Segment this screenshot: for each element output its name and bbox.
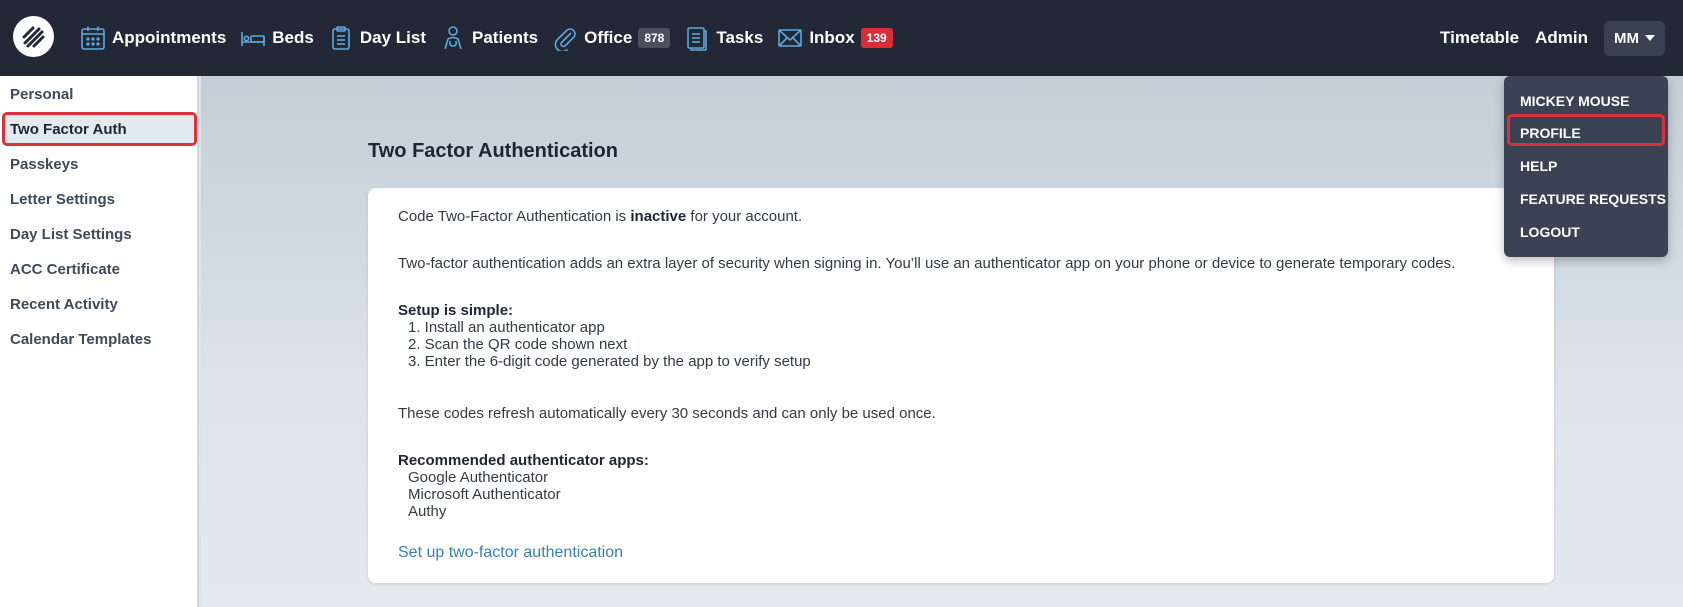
user-menu-button[interactable]: MM <box>1604 20 1665 56</box>
setup-heading-text: Setup is simple: <box>398 302 514 319</box>
calendar-icon <box>80 25 106 51</box>
status-prefix: Code Two-Factor Authentication is <box>398 208 631 225</box>
main-content: Two Factor Authentication Code Two-Facto… <box>201 76 1683 607</box>
nav-beds[interactable]: Beds <box>240 0 314 76</box>
top-navigation-bar: Appointments Beds Day List Patients Offi… <box>0 0 1683 76</box>
status-suffix: for your account. <box>686 208 803 225</box>
sidebar-item-recent-activity[interactable]: Recent Activity <box>10 296 118 313</box>
page-title: Two Factor Authentication <box>368 140 618 162</box>
nav-admin[interactable]: Admin <box>1535 28 1588 48</box>
user-dropdown-menu: MICKEY MOUSE PROFILE HELP FEATURE REQUES… <box>1504 76 1668 257</box>
nav-label: Tasks <box>716 28 764 47</box>
list-item: Authy <box>408 503 447 520</box>
dropdown-item-feature-requests[interactable]: FEATURE REQUESTS <box>1520 191 1666 207</box>
bed-icon <box>240 25 266 51</box>
two-factor-card: Code Two-Factor Authentication is inacti… <box>368 188 1554 583</box>
main-nav: Appointments Beds Day List Patients Offi… <box>80 0 907 76</box>
envelope-icon <box>777 25 803 51</box>
app-logo-icon[interactable] <box>13 16 54 57</box>
list-item: 3. Enter the 6-digit code generated by t… <box>408 353 811 370</box>
settings-sidebar: Personal Two Factor Auth Passkeys Letter… <box>0 76 199 607</box>
nav-office[interactable]: Office 878 <box>552 0 671 76</box>
apps-heading-text: Recommended authenticator apps: <box>398 452 649 469</box>
nav-label: Beds <box>272 28 314 47</box>
nav-appointments[interactable]: Appointments <box>80 0 226 76</box>
nav-inbox[interactable]: Inbox 139 <box>777 0 893 76</box>
sidebar-item-calendar-templates[interactable]: Calendar Templates <box>10 331 151 348</box>
list-item: Google Authenticator <box>408 469 549 486</box>
status-text: Code Two-Factor Authentication is inacti… <box>398 208 802 225</box>
sidebar-item-personal[interactable]: Personal <box>10 86 73 103</box>
nav-label: Appointments <box>112 28 227 47</box>
paperclip-icon <box>552 25 578 51</box>
apps-list: Google Authenticator Microsoft Authentic… <box>398 469 561 520</box>
status-value: inactive <box>630 208 687 225</box>
sidebar-item-letter-settings[interactable]: Letter Settings <box>10 191 115 208</box>
nav-label: Office <box>584 28 633 47</box>
nav-patients[interactable]: Patients <box>440 0 538 76</box>
refresh-note: These codes refresh automatically every … <box>398 405 936 422</box>
clipboard-icon <box>328 25 354 51</box>
intro-text: Two-factor authentication adds an extra … <box>398 255 1456 272</box>
patient-icon <box>440 25 466 51</box>
caret-down-icon <box>1645 35 1655 41</box>
setup-two-factor-link[interactable]: Set up two-factor authentication <box>398 544 623 562</box>
dropdown-item-help[interactable]: HELP <box>1520 158 1557 174</box>
office-count-badge: 878 <box>638 28 671 48</box>
tasks-icon <box>684 25 710 51</box>
sidebar-item-two-factor-auth[interactable]: Two Factor Auth <box>10 121 127 138</box>
sidebar-item-day-list-settings[interactable]: Day List Settings <box>10 226 132 243</box>
setup-heading: Setup is simple: <box>398 302 513 319</box>
inbox-count-badge: 139 <box>860 28 893 48</box>
list-item: Microsoft Authenticator <box>408 486 561 503</box>
apps-heading: Recommended authenticator apps: <box>398 452 649 469</box>
nav-right: Timetable Admin MM <box>1440 0 1665 76</box>
nav-label: Day List <box>359 28 426 47</box>
list-item: 1. Install an authenticator app <box>408 319 605 336</box>
nav-label: Patients <box>472 28 539 47</box>
nav-day-list[interactable]: Day List <box>328 0 426 76</box>
user-initials: MM <box>1614 29 1639 47</box>
sidebar-item-acc-certificate[interactable]: ACC Certificate <box>10 261 120 278</box>
nav-tasks[interactable]: Tasks <box>684 0 763 76</box>
dropdown-item-profile[interactable]: PROFILE <box>1520 125 1581 141</box>
dropdown-item-logout[interactable]: LOGOUT <box>1520 224 1580 240</box>
nav-timetable[interactable]: Timetable <box>1440 28 1519 48</box>
sidebar-item-passkeys[interactable]: Passkeys <box>10 156 78 173</box>
dropdown-user-name: MICKEY MOUSE <box>1520 93 1630 109</box>
nav-label: Inbox <box>809 28 855 47</box>
setup-steps-list: 1. Install an authenticator app 2. Scan … <box>398 319 811 370</box>
list-item: 2. Scan the QR code shown next <box>408 336 628 353</box>
